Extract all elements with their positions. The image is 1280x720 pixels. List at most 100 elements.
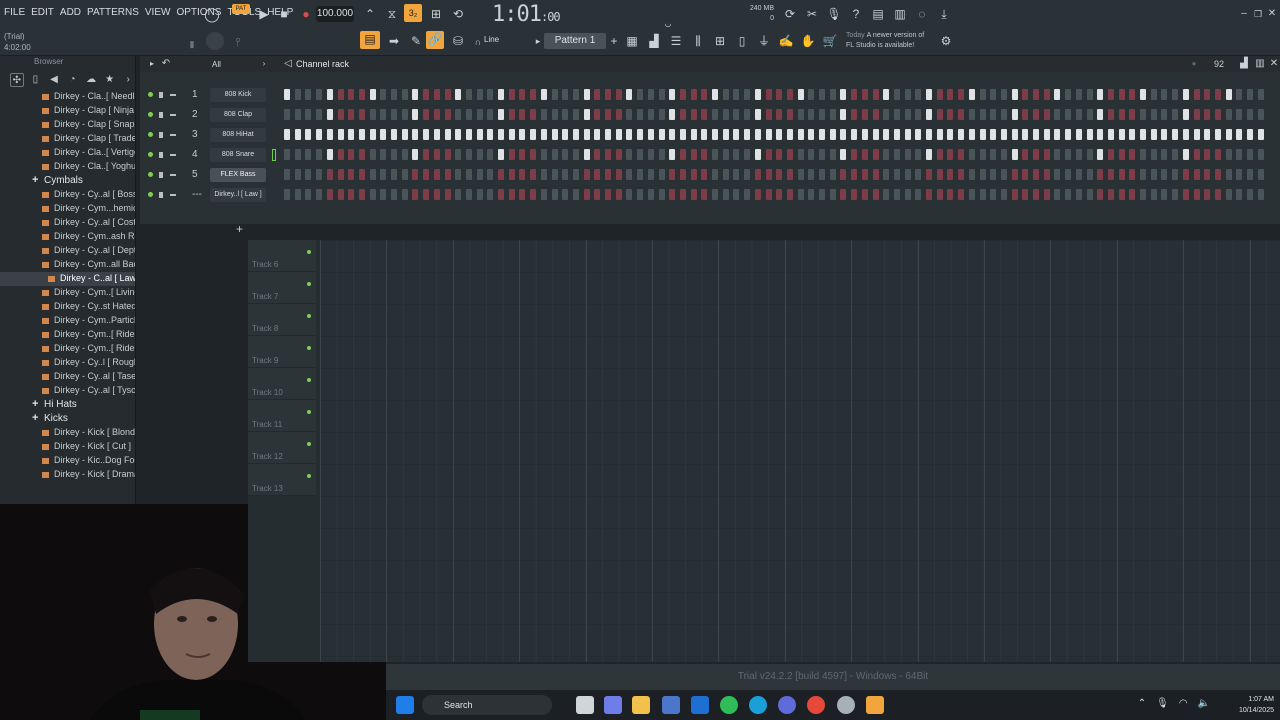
- step-button[interactable]: [412, 89, 419, 100]
- step-button[interactable]: [358, 109, 365, 120]
- step-button[interactable]: [305, 189, 312, 200]
- step-button[interactable]: [754, 169, 761, 180]
- step-button[interactable]: [744, 149, 751, 160]
- step-button[interactable]: [562, 109, 569, 120]
- step-button[interactable]: [915, 109, 922, 120]
- step-button[interactable]: [754, 109, 761, 120]
- step-button[interactable]: [540, 169, 547, 180]
- step-button[interactable]: [1140, 169, 1146, 180]
- step-button[interactable]: [444, 169, 451, 180]
- step-button[interactable]: [369, 109, 376, 120]
- step-button[interactable]: [423, 89, 430, 100]
- playlist-track-header[interactable]: Track 12: [248, 432, 316, 464]
- step-button[interactable]: [1225, 149, 1232, 160]
- play-icon[interactable]: ▶: [256, 6, 272, 22]
- step-button[interactable]: [915, 169, 922, 180]
- step-button[interactable]: [1172, 149, 1179, 160]
- step-button[interactable]: [316, 189, 323, 200]
- step-button[interactable]: [508, 109, 515, 120]
- playlist-track-header[interactable]: Track 6: [248, 240, 316, 272]
- step-button[interactable]: [1054, 89, 1061, 100]
- step-button[interactable]: [1011, 89, 1018, 100]
- step-button[interactable]: [1118, 109, 1125, 120]
- step-button[interactable]: [305, 109, 312, 120]
- step-button[interactable]: [1225, 89, 1232, 100]
- step-button[interactable]: [530, 189, 537, 200]
- refresh-icon[interactable]: ◔: [66, 73, 80, 87]
- step-button[interactable]: [722, 109, 729, 120]
- channel-select-indicator[interactable]: [272, 149, 276, 161]
- step-button[interactable]: [936, 149, 943, 160]
- step-button[interactable]: [498, 149, 504, 160]
- step-button[interactable]: [326, 189, 333, 200]
- plug-icon[interactable]: ⏚: [756, 33, 772, 49]
- metronome-icon[interactable]: ⌃: [362, 6, 378, 22]
- step-button[interactable]: [294, 109, 301, 120]
- step-button[interactable]: [979, 189, 986, 200]
- step-button[interactable]: [1247, 189, 1253, 200]
- step-button[interactable]: [1086, 129, 1093, 140]
- group-filter[interactable]: All: [212, 60, 221, 69]
- track-enable-led[interactable]: [307, 410, 311, 414]
- discord-icon[interactable]: [778, 696, 796, 714]
- step-button[interactable]: [829, 109, 836, 120]
- step-button[interactable]: [1129, 89, 1136, 100]
- step-button[interactable]: [508, 189, 515, 200]
- track-enable-led[interactable]: [307, 314, 311, 318]
- step-button[interactable]: [990, 89, 997, 100]
- step-button[interactable]: [947, 109, 954, 120]
- step-button[interactable]: [808, 169, 815, 180]
- step-button[interactable]: [1257, 169, 1264, 180]
- step-button[interactable]: [562, 89, 569, 100]
- step-button[interactable]: [519, 149, 526, 160]
- taskbar-search[interactable]: Search: [422, 695, 552, 715]
- step-button[interactable]: [1150, 129, 1157, 140]
- step-button[interactable]: [1140, 129, 1146, 140]
- step-button[interactable]: [1065, 169, 1072, 180]
- step-button[interactable]: [786, 149, 793, 160]
- step-button[interactable]: [1033, 109, 1039, 120]
- step-button[interactable]: [765, 89, 772, 100]
- step-button[interactable]: [733, 189, 740, 200]
- step-button[interactable]: [926, 129, 932, 140]
- app-icon[interactable]: [837, 696, 855, 714]
- browser-file[interactable]: Dirkey - Cla..[ Vertigo ]: [0, 146, 135, 160]
- step-button[interactable]: [637, 189, 644, 200]
- step-button[interactable]: [647, 129, 654, 140]
- step-button[interactable]: [1107, 89, 1114, 100]
- step-button[interactable]: [851, 129, 858, 140]
- browser-file[interactable]: Dirkey - Cym..[ Ride 2 ]: [0, 342, 135, 356]
- step-button[interactable]: [712, 189, 718, 200]
- step-button[interactable]: [605, 89, 611, 100]
- step-button[interactable]: [626, 189, 633, 200]
- step-button[interactable]: [883, 149, 890, 160]
- step-button[interactable]: [1247, 169, 1253, 180]
- step-button[interactable]: [358, 89, 365, 100]
- step-button[interactable]: [840, 89, 847, 100]
- step-button[interactable]: [979, 129, 986, 140]
- step-button[interactable]: [851, 149, 858, 160]
- channel-mute-led[interactable]: [148, 132, 153, 137]
- record-icon[interactable]: ●: [298, 6, 314, 22]
- step-button[interactable]: [1204, 169, 1211, 180]
- step-button[interactable]: [1247, 149, 1253, 160]
- step-button[interactable]: [744, 169, 751, 180]
- step-button[interactable]: [594, 109, 601, 120]
- menu-patterns[interactable]: PATTERNS: [87, 7, 139, 18]
- step-button[interactable]: [380, 129, 387, 140]
- step-button[interactable]: [1118, 129, 1125, 140]
- step-button[interactable]: [1065, 189, 1072, 200]
- step-button[interactable]: [1118, 89, 1125, 100]
- back-icon[interactable]: ◀: [47, 73, 61, 87]
- step-button[interactable]: [572, 189, 579, 200]
- step-button[interactable]: [1236, 169, 1243, 180]
- step-button[interactable]: [1022, 169, 1029, 180]
- step-button[interactable]: [476, 89, 483, 100]
- snap-pattern-icon[interactable]: ▤: [360, 31, 380, 49]
- menu-add[interactable]: ADD: [60, 7, 81, 18]
- step-button[interactable]: [605, 109, 611, 120]
- step-button[interactable]: [1097, 149, 1104, 160]
- step-button[interactable]: [690, 129, 697, 140]
- step-button[interactable]: [1214, 129, 1221, 140]
- step-button[interactable]: [679, 129, 686, 140]
